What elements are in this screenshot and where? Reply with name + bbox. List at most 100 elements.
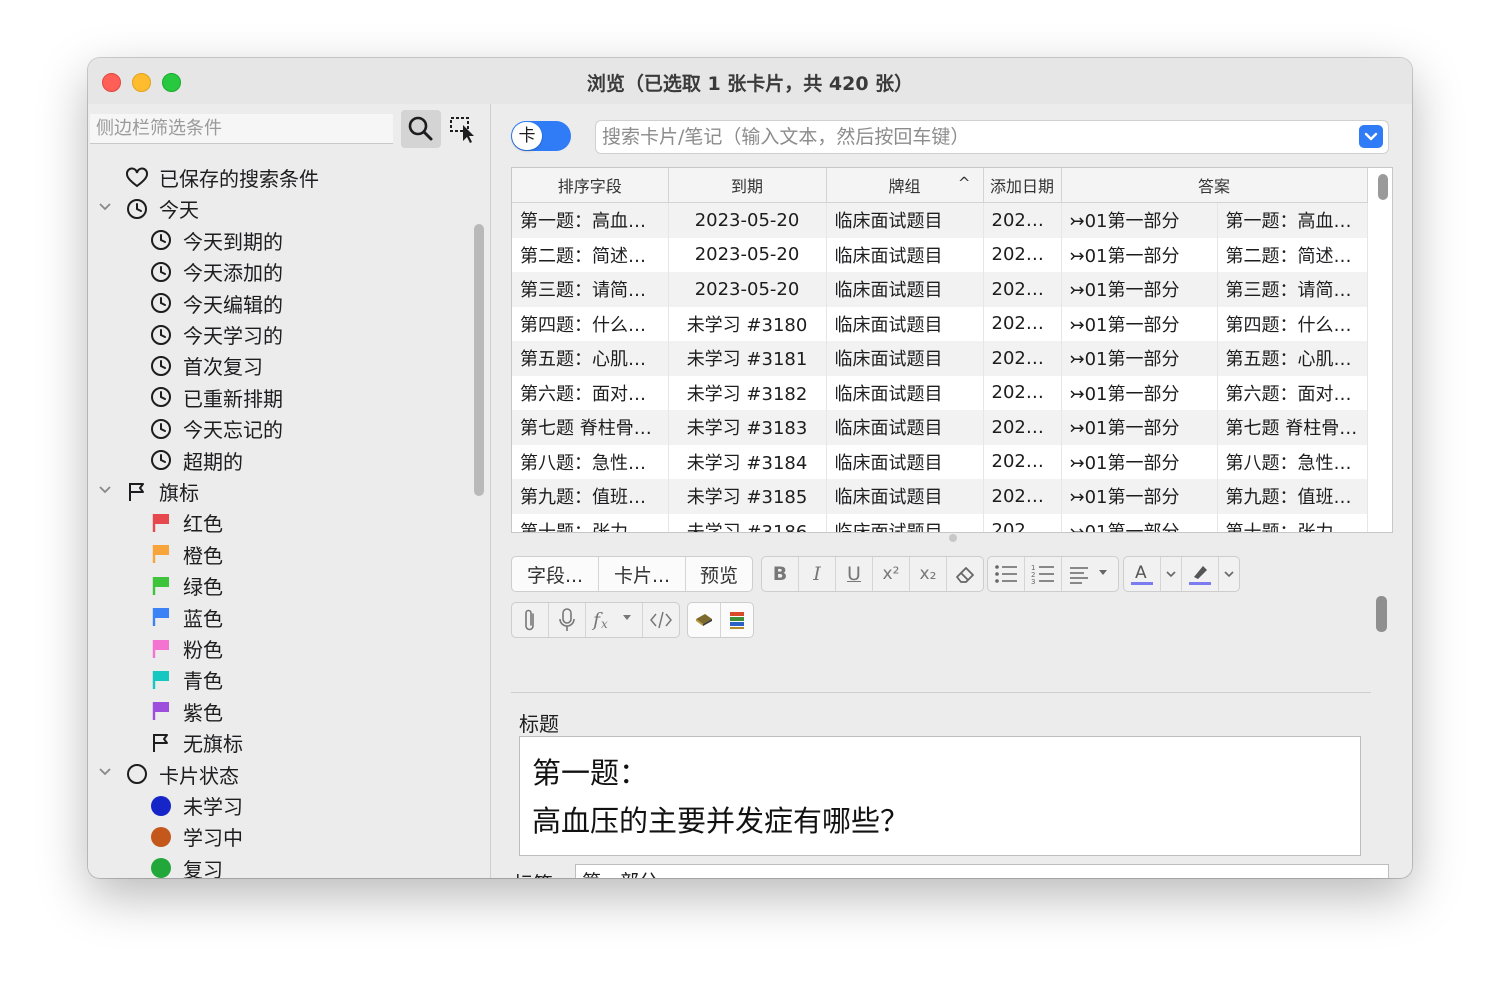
cell-date-added: 2023-05-19 bbox=[983, 202, 1062, 238]
sidebar-item-label: 蓝色 bbox=[183, 606, 223, 631]
table-row[interactable]: 第六题：面对…未学习 #3182临床面试题目2023-05-19↣01第一部分第… bbox=[512, 375, 1368, 410]
column-deck[interactable]: 牌组 ^ bbox=[826, 168, 984, 203]
search-history-dropdown[interactable] bbox=[1359, 125, 1383, 148]
sidebar-item-21[interactable]: 学习中 bbox=[148, 821, 243, 852]
column-answer[interactable]: 答案 bbox=[1061, 168, 1368, 203]
editor-scrollbar[interactable] bbox=[1376, 596, 1387, 632]
sidebar-item-label: 超期的 bbox=[183, 449, 243, 474]
cell-due: 未学习 #3186 bbox=[668, 513, 827, 532]
flag-pink-icon bbox=[148, 636, 174, 662]
cell-deck: 临床面试题目 bbox=[826, 410, 984, 445]
field-label-title: 标题 bbox=[519, 712, 559, 736]
main-pane: 卡 排序字段 到期 牌组 bbox=[491, 104, 1412, 878]
cell-answer: 第五题：心肌… bbox=[1217, 341, 1368, 376]
cell-answer: 第一题：高血压的主要并发症有哪些？ bbox=[1217, 202, 1368, 238]
field-editor-title[interactable]: 第一题： 高血压的主要并发症有哪些？ bbox=[519, 736, 1361, 856]
cell-due: 2023-05-20 bbox=[668, 237, 827, 272]
flag-blue-icon bbox=[148, 604, 174, 630]
sidebar-item-6[interactable]: 首次复习 bbox=[148, 350, 263, 381]
table-scrollbar[interactable] bbox=[1378, 174, 1388, 200]
sidebar-item-20[interactable]: 未学习 bbox=[148, 790, 243, 821]
cell-date-added: 2023-05-19 bbox=[983, 444, 1062, 479]
table-row[interactable]: 第二题：简述…2023-05-20临床面试题目2023-05-19↣01第一部分… bbox=[512, 237, 1368, 272]
table-row[interactable]: 第五题：心肌…未学习 #3181临床面试题目2023-05-19↣01第一部分第… bbox=[512, 341, 1368, 376]
sidebar-item-label: 今天添加的 bbox=[183, 261, 283, 286]
sidebar-item-label: 今天 bbox=[159, 198, 199, 223]
sidebar-item-7[interactable]: 已重新排期 bbox=[148, 382, 283, 413]
cell-due: 未学习 #3182 bbox=[668, 375, 827, 410]
sidebar-item-19[interactable]: 卡片状态 bbox=[99, 759, 239, 790]
table-row[interactable]: 第九题：值班…未学习 #3185临床面试题目2023-05-19↣01第一部分第… bbox=[512, 479, 1368, 514]
tags-label: 标签 bbox=[513, 868, 553, 878]
flag-green-icon bbox=[148, 573, 174, 599]
table-row[interactable]: 第三题：请简…2023-05-20临床面试题目2023-05-19↣01第一部分… bbox=[512, 272, 1368, 307]
cards-notes-toggle[interactable]: 卡 bbox=[511, 121, 571, 151]
sidebar-item-22[interactable]: 复习 bbox=[148, 853, 223, 878]
sidebar-item-label: 绿色 bbox=[183, 575, 223, 600]
sidebar-item-label: 已重新排期 bbox=[183, 386, 283, 411]
sidebar-item-5[interactable]: 今天学习的 bbox=[148, 319, 283, 350]
sidebar-item-2[interactable]: 今天到期的 bbox=[148, 225, 283, 256]
disclosure-chevron-icon[interactable] bbox=[98, 765, 112, 783]
sidebar-item-4[interactable]: 今天编辑的 bbox=[148, 288, 283, 319]
flag-purple-icon bbox=[148, 698, 174, 724]
editor-fields: 标题 第一题： 高血压的主要并发症有哪些？ bbox=[511, 544, 1371, 856]
sidebar-item-18[interactable]: 无旗标 bbox=[148, 727, 243, 758]
sidebar-item-10[interactable]: 旗标 bbox=[99, 476, 199, 507]
dot-review-icon bbox=[148, 855, 174, 878]
column-date-added[interactable]: 添加日期 bbox=[983, 168, 1062, 203]
sidebar-item-14[interactable]: 蓝色 bbox=[148, 602, 223, 633]
select-mode-button[interactable] bbox=[448, 114, 478, 144]
table-row[interactable]: 第七题 脊柱骨…未学习 #3183临床面试题目2023-05-19↣01第一部分… bbox=[512, 410, 1368, 445]
sidebar-item-0[interactable]: 已保存的搜索条件 bbox=[124, 162, 319, 193]
cell-date-added: 2023-05-19 bbox=[983, 375, 1062, 410]
table-row[interactable]: 第一题：高血压的主要并发症有哪些？2023-05-20临床面试题目2023-05… bbox=[512, 202, 1368, 238]
cell-answer-deck: ↣01第一部分 bbox=[1061, 375, 1218, 410]
sidebar-item-8[interactable]: 今天忘记的 bbox=[148, 413, 283, 444]
sidebar-item-11[interactable]: 红色 bbox=[148, 507, 223, 538]
sidebar-item-label: 已保存的搜索条件 bbox=[159, 167, 319, 191]
disclosure-chevron-icon[interactable] bbox=[98, 483, 112, 501]
search-input[interactable] bbox=[600, 121, 1344, 153]
table-row[interactable]: 第十题：张力…未学习 #3186临床面试题目2023-05-19↣01第一部分第… bbox=[512, 513, 1368, 532]
cell-due: 2023-05-20 bbox=[668, 272, 827, 307]
sidebar-item-15[interactable]: 粉色 bbox=[148, 633, 223, 664]
sidebar-item-label: 首次复习 bbox=[183, 355, 263, 380]
cell-answer: 第十题：张力… bbox=[1217, 513, 1368, 532]
sidebar-item-label: 旗标 bbox=[159, 481, 199, 505]
sidebar-filter-input[interactable] bbox=[90, 114, 393, 144]
pane-splitter-handle[interactable] bbox=[949, 534, 957, 542]
sidebar-item-1[interactable]: 今天 bbox=[99, 193, 199, 224]
cell-deck: 临床面试题目 bbox=[826, 272, 984, 307]
sidebar-item-label: 粉色 bbox=[183, 638, 223, 662]
sidebar-item-13[interactable]: 绿色 bbox=[148, 570, 223, 601]
sidebar-tree: 已保存的搜索条件 今天 今天到期的今天添加的 今天编辑的 今天学习的首次复习已重新排期今… bbox=[88, 162, 468, 878]
disclosure-chevron-icon[interactable] bbox=[98, 200, 112, 218]
column-due[interactable]: 到期 bbox=[668, 168, 827, 203]
cell-date-added: 2023-05-19 bbox=[983, 479, 1062, 514]
table-row[interactable]: 第四题：什么…未学习 #3180临床面试题目2023-05-19↣01第一部分第… bbox=[512, 306, 1368, 341]
sidebar-scrollbar[interactable] bbox=[474, 224, 484, 496]
sidebar-item-16[interactable]: 青色 bbox=[148, 664, 223, 695]
sidebar-item-12[interactable]: 橙色 bbox=[148, 539, 223, 570]
title-bar: 浏览（已选取 1 张卡片，共 420 张） bbox=[88, 58, 1412, 105]
cell-date-added: 2023-05-19 bbox=[983, 341, 1062, 376]
cell-sort-field: 第八题：急性… bbox=[512, 444, 669, 479]
sidebar-item-17[interactable]: 紫色 bbox=[148, 696, 223, 727]
cell-due: 未学习 #3185 bbox=[668, 479, 827, 514]
cell-answer: 第九题：值班… bbox=[1217, 479, 1368, 514]
sidebar-item-label: 今天忘记的 bbox=[183, 418, 283, 443]
tags-input[interactable] bbox=[575, 864, 1389, 878]
clock-icon bbox=[124, 196, 150, 222]
sidebar-item-9[interactable]: 超期的 bbox=[148, 445, 243, 476]
cell-due: 未学习 #3184 bbox=[668, 444, 827, 479]
clock-icon bbox=[148, 353, 174, 379]
search-combobox[interactable] bbox=[595, 120, 1389, 154]
cell-answer-deck: ↣01第一部分 bbox=[1061, 444, 1218, 479]
sidebar-item-3[interactable]: 今天添加的 bbox=[148, 256, 283, 287]
column-sort-field[interactable]: 排序字段 bbox=[512, 168, 669, 203]
sidebar-item-label: 紫色 bbox=[183, 700, 223, 725]
search-mode-button[interactable] bbox=[401, 110, 441, 148]
table-row[interactable]: 第八题：急性…未学习 #3184临床面试题目2023-05-19↣01第一部分第… bbox=[512, 444, 1368, 479]
browser-window: 浏览（已选取 1 张卡片，共 420 张） 已保存的搜索条件今天今天到期的今天添… bbox=[88, 58, 1412, 878]
